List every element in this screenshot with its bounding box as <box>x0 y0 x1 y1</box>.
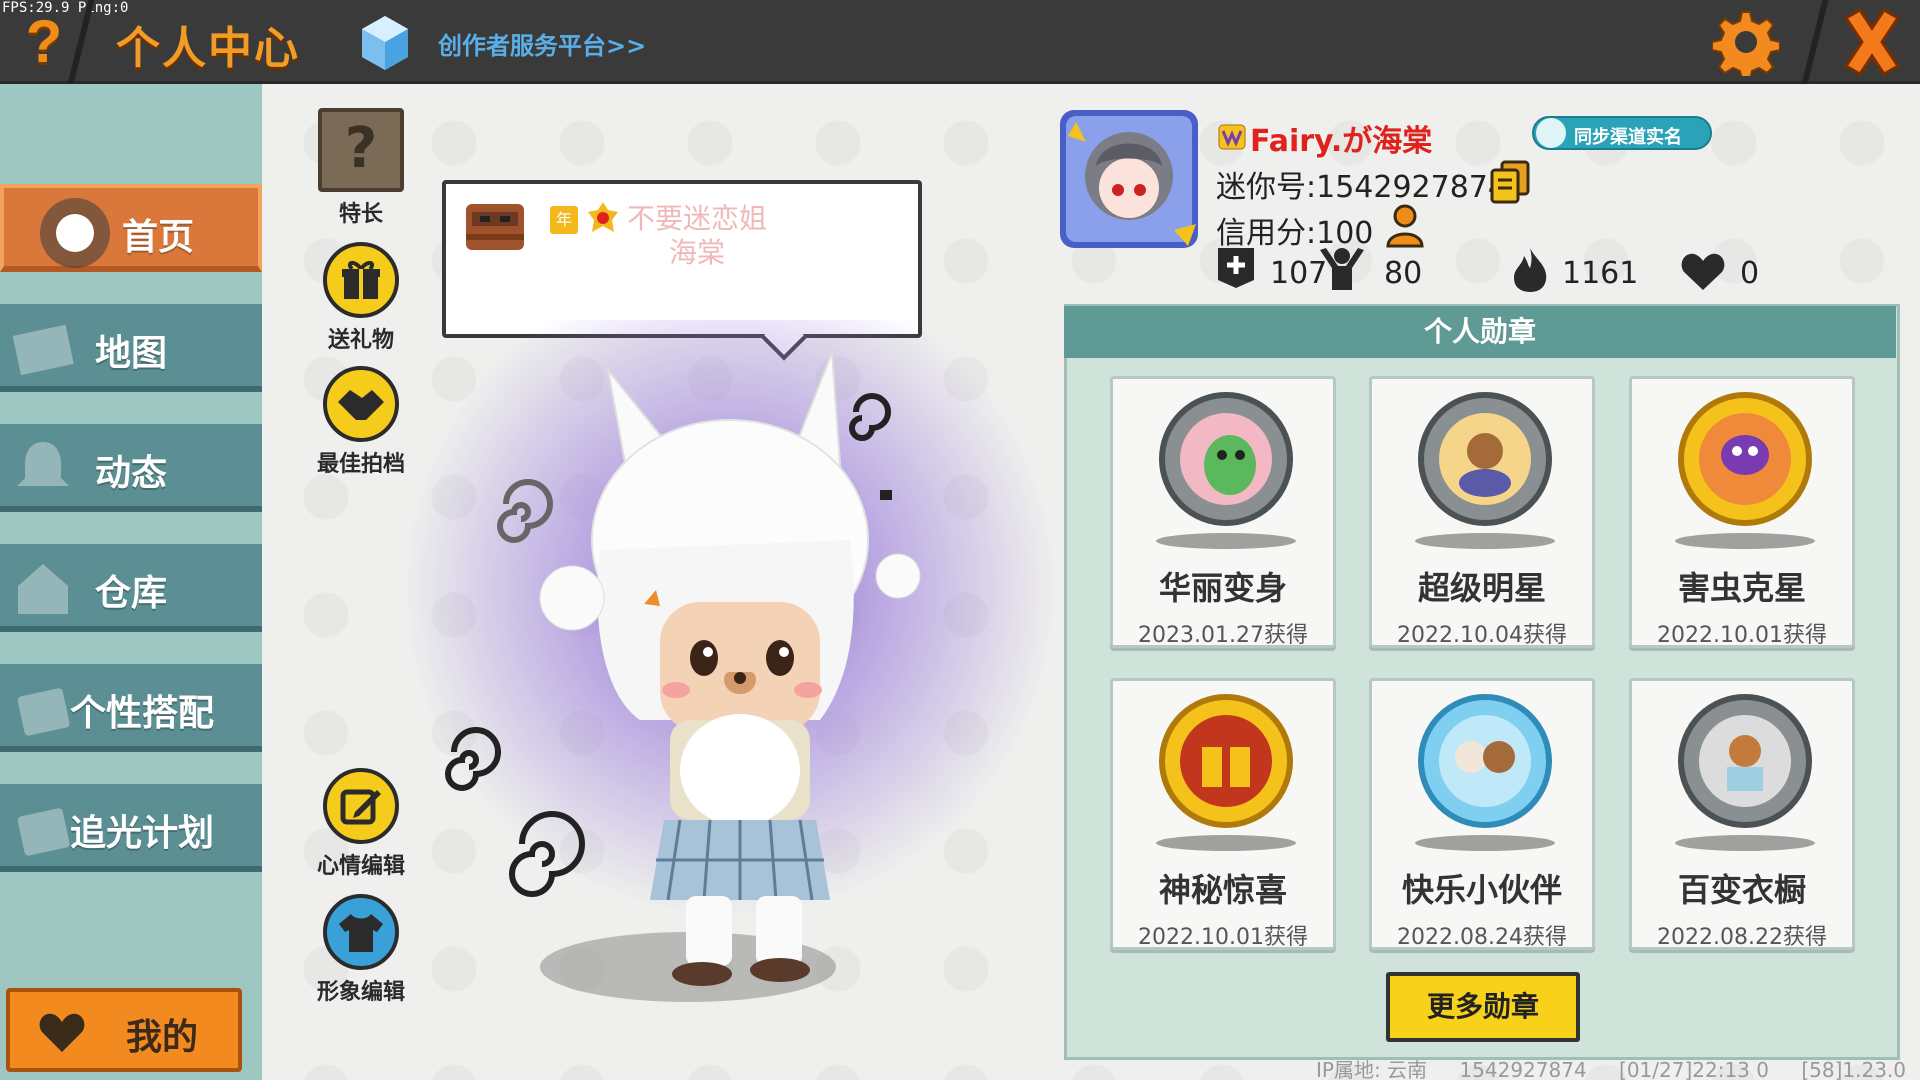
sidebar-item-label: 动态 <box>94 453 167 494</box>
likes-count: 0 <box>1740 256 1760 291</box>
mine-button[interactable]: 我的 <box>6 988 242 1072</box>
sidebar-item-label: 个性搭配 <box>70 693 215 734</box>
medal-card[interactable]: 神秘惊喜 2022.10.01获得 <box>1110 678 1336 950</box>
mood-bubble[interactable]: 年 不要迷恋姐海棠 <box>442 180 922 338</box>
footer-uid: 1542927874 <box>1459 1058 1587 1080</box>
footer-time: [01/27]22:13 0 <box>1619 1058 1769 1080</box>
medal-date: 2022.10.01获得 <box>1657 623 1827 648</box>
followers-count: 80 <box>1384 256 1423 291</box>
medal-date: 2022.08.24获得 <box>1397 925 1567 950</box>
sidebar-item-feed[interactable]: 动态 <box>0 424 262 512</box>
character-avatar[interactable] <box>440 340 960 1000</box>
gear-icon[interactable] <box>1712 8 1780 76</box>
medal-silver-icon <box>1159 392 1293 526</box>
medal-gold-icon <box>1678 392 1812 526</box>
medal-date: 2022.08.22获得 <box>1657 925 1827 950</box>
medal-diamond-icon <box>1418 694 1552 828</box>
spotlight-icon <box>17 808 70 856</box>
medal-card[interactable]: 华丽变身 2023.01.27获得 <box>1110 376 1336 648</box>
medal-date: 2022.10.04获得 <box>1397 623 1567 648</box>
sidebar-item-home[interactable]: 首页 <box>0 184 262 272</box>
heart-icon <box>1681 253 1725 290</box>
user-check-icon <box>1536 118 1566 148</box>
medal-shadow <box>1675 533 1815 549</box>
shirt-icon <box>323 894 399 970</box>
sidebar-item-storage[interactable]: 仓库 <box>0 544 262 632</box>
top-bar: FPS:29.9 Ping:0 ? 个人中心 创作者服务平台>> <box>0 0 1920 84</box>
medal-silver-icon <box>1678 694 1812 828</box>
sidebar-item-label: 首页 <box>122 217 195 258</box>
handshake-icon <box>323 366 399 442</box>
medal-date: 2023.01.27获得 <box>1138 623 1308 648</box>
medal-gold-icon <box>1159 694 1293 828</box>
cube-icon[interactable] <box>360 14 410 72</box>
help-button[interactable]: ? <box>14 8 74 76</box>
copy-icon[interactable] <box>1490 160 1530 204</box>
gift-icon <box>323 242 399 318</box>
post-icon <box>1218 248 1254 288</box>
chest-icon <box>466 204 524 250</box>
medal-card[interactable]: 害虫克星 2022.10.01获得 <box>1629 376 1855 648</box>
sidebar-item-spotlight[interactable]: 追光计划 <box>0 784 262 872</box>
medal-shadow <box>1415 835 1555 851</box>
question-icon: ? <box>318 108 404 192</box>
medal-card[interactable]: 百变衣橱 2022.08.22获得 <box>1629 678 1855 950</box>
medal-name: 快乐小伙伴 <box>1401 871 1562 909</box>
fortune-icon <box>588 202 618 232</box>
medal-shadow <box>1156 533 1296 549</box>
sync-realname-label: 同步渠道实名 <box>1574 127 1682 148</box>
close-icon[interactable] <box>1836 4 1908 80</box>
medal-card[interactable]: 快乐小伙伴 2022.08.24获得 <box>1369 678 1595 950</box>
fans-icon <box>1320 248 1364 290</box>
more-medals-button[interactable]: 更多勋章 <box>1386 972 1580 1042</box>
medal-shadow <box>1156 835 1296 851</box>
heart-icon <box>39 1013 85 1052</box>
medal-header: 个人勋章 <box>1064 306 1896 358</box>
medal-date: 2022.10.01获得 <box>1138 925 1308 950</box>
outfit-icon <box>17 688 70 736</box>
medal-card[interactable]: 超级明星 2022.10.04获得 <box>1369 376 1595 648</box>
fire-icon <box>1514 248 1547 292</box>
medal-name: 华丽变身 <box>1158 569 1287 607</box>
sidebar-item-outfit[interactable]: 个性搭配 <box>0 664 262 752</box>
edit-icon <box>323 768 399 844</box>
avatar[interactable] <box>1056 106 1202 252</box>
footer-version: [58]1.23.0 <box>1801 1058 1907 1080</box>
medal-shadow <box>1675 835 1815 851</box>
toggle-knob <box>40 198 110 268</box>
specialty-label: 特长 <box>338 202 383 227</box>
medal-name: 百变衣橱 <box>1677 871 1806 909</box>
medal-shadow <box>1415 533 1555 549</box>
sidebar-item-label: 仓库 <box>94 573 167 614</box>
sync-realname-button[interactable]: 同步渠道实名 <box>1532 116 1712 150</box>
sidebar-item-label: 追光计划 <box>70 813 215 854</box>
medal-silver-icon <box>1418 392 1552 526</box>
hot-count: 1161 <box>1562 256 1639 291</box>
mine-label: 我的 <box>126 1017 199 1058</box>
footer-info: IP属地: 云南 1542927874 [01/27]22:13 0 [58]1… <box>1316 1054 1920 1080</box>
divider <box>1801 0 1829 84</box>
ip-location: IP属地: 云南 <box>1316 1058 1428 1080</box>
medal-name: 超级明星 <box>1417 569 1546 607</box>
mood-text: 不要迷恋姐海棠 <box>626 202 767 269</box>
username: Fairy.が海棠 <box>1250 124 1433 159</box>
creator-platform-link[interactable]: 创作者服务平台>> <box>438 26 646 61</box>
avatar-edit-label: 形象编辑 <box>316 980 405 1005</box>
page-title: 个人中心 <box>116 23 300 74</box>
medal-name: 害虫克星 <box>1677 569 1806 607</box>
user-icon[interactable] <box>1384 204 1426 248</box>
mini-id: 迷你号:1542927874 <box>1216 170 1507 205</box>
vip-icon <box>1218 124 1246 150</box>
sidebar-item-map[interactable]: 地图 <box>0 304 262 392</box>
year-badge: 年 <box>550 206 578 234</box>
specialty-button[interactable]: ? 特长 <box>306 108 416 228</box>
sidebar-item-label: 地图 <box>94 333 167 374</box>
medal-name: 神秘惊喜 <box>1158 871 1287 909</box>
